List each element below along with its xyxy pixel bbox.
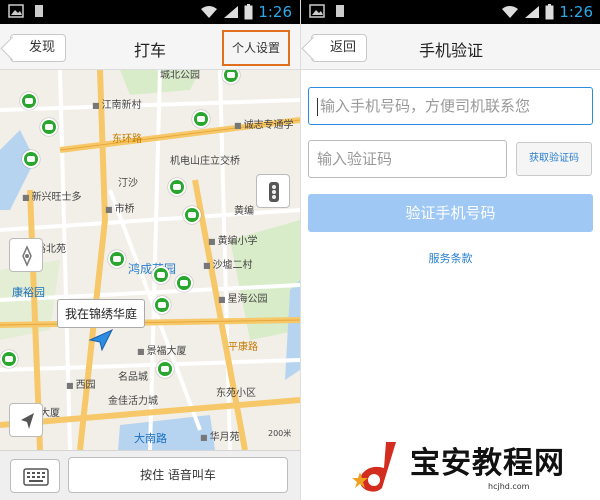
wifi-icon	[201, 6, 218, 18]
keyboard-icon	[23, 468, 49, 486]
phone-number-placeholder: 输入手机号码，方便司机联系您	[320, 97, 531, 115]
map-scale: 200米	[268, 429, 292, 438]
locate-me-button[interactable]	[9, 403, 43, 437]
status-bar: 1:26	[301, 0, 600, 24]
personal-settings-button[interactable]: 个人设置	[221, 30, 290, 66]
bottom-bar: 按住 语音叫车	[0, 450, 300, 500]
page-title: 手机验证	[418, 41, 483, 60]
map-label-jinjia: 金佳活力城	[108, 396, 158, 407]
map-label-shaxu: 沙墟二村	[203, 256, 253, 271]
taxi-car-marker[interactable]	[156, 360, 174, 378]
battery-icon	[545, 4, 554, 20]
terms-of-service-link[interactable]: 服务条款	[301, 250, 600, 266]
clock: 1:26	[559, 3, 593, 21]
map-label-jidian: 机电山庄立交桥	[170, 156, 240, 167]
map-label-pingkang: 平康路	[228, 342, 258, 353]
signal-icon	[224, 6, 239, 18]
map-label-huangbian-school: 黄编小学	[208, 232, 258, 247]
hold-to-talk-button[interactable]: 按住 语音叫车	[68, 457, 288, 493]
sd-card-icon	[336, 5, 344, 17]
taxi-car-marker[interactable]	[0, 350, 18, 368]
map-label-jingfu: 景福大厦	[137, 342, 187, 357]
map-view[interactable]: 城北公园 江南新村 诚志专通学 东环路 机电山庄立交桥 汀沙 新兴旺士多 市桥 …	[0, 70, 300, 450]
verify-phone-button[interactable]: 验证手机号码	[308, 194, 593, 232]
map-label-tingsha: 汀沙	[118, 178, 138, 189]
text-caret	[317, 97, 318, 116]
phone-number-field[interactable]: 输入手机号码，方便司机联系您	[308, 87, 593, 125]
map-label-huayue: 华月苑	[200, 428, 240, 443]
map-label-kangyu: 康裕园	[12, 286, 45, 299]
map-label-dongyuan: 东苑小区	[216, 388, 256, 399]
taxi-car-marker[interactable]	[152, 266, 170, 284]
taxi-car-marker[interactable]	[168, 178, 186, 196]
taxi-car-marker[interactable]	[22, 150, 40, 168]
map-label-mingpin: 名品城	[118, 372, 148, 383]
compass-button[interactable]	[9, 238, 43, 272]
verification-code-placeholder: 输入验证码	[317, 150, 393, 168]
map-label-xinjian: 新兴旺士多	[22, 188, 82, 203]
map-label-jiangnan: 江南新村	[92, 96, 142, 111]
map-label-chengbei: 城北公园	[160, 70, 200, 81]
watermark-url: hcjhd.com	[488, 482, 530, 491]
map-label-shiqiao: 市桥	[105, 200, 135, 215]
watermark: 宝安教程网 hcjhd.com	[348, 434, 600, 500]
navigation-arrow-icon	[21, 413, 34, 429]
map-label-danan: 大南路	[134, 432, 167, 445]
taxi-car-marker[interactable]	[183, 206, 201, 224]
sd-card-icon	[35, 5, 43, 17]
verify-navbar: 返回 手机验证	[301, 24, 600, 70]
keyboard-toggle-button[interactable]	[10, 459, 60, 493]
verification-code-field[interactable]: 输入验证码	[308, 140, 507, 178]
taxi-car-marker[interactable]	[153, 296, 171, 314]
taxi-navbar: 发现 打车 个人设置	[0, 24, 300, 70]
map-label-huangbian: 黄编	[234, 206, 254, 217]
taxi-car-marker[interactable]	[108, 250, 126, 268]
get-code-button[interactable]: 获取验证码	[516, 142, 592, 176]
status-bar: 1:26	[0, 0, 300, 24]
taxi-car-marker[interactable]	[40, 118, 58, 136]
image-notification-icon	[309, 4, 325, 18]
traffic-toggle-button[interactable]	[256, 174, 290, 208]
current-location-bubble[interactable]: 我在锦绣华庭	[57, 299, 146, 328]
taxi-car-marker[interactable]	[175, 274, 193, 292]
phone-verify-screen: 1:26 返回 手机验证 输入手机号码，方便司机联系您 输入验证码 获取验证码 …	[300, 0, 600, 500]
taxi-screen: 1:26 发现 打车 个人设置 城北公园 ■ 江南新村 ■ 诚志专通学 东环路 …	[0, 0, 300, 500]
map-label-dongkang: 东环路	[112, 134, 142, 145]
wifi-icon	[502, 6, 519, 18]
map-label-xiyuan: 西园	[66, 376, 96, 391]
taxi-car-marker[interactable]	[192, 110, 210, 128]
map-label-chengzhi: 诚志专通学	[234, 116, 294, 131]
battery-icon	[244, 4, 253, 20]
traffic-light-icon	[269, 182, 279, 202]
watermark-title: 宝安教程网	[410, 446, 565, 481]
signal-icon	[525, 6, 540, 18]
clock: 1:26	[258, 3, 292, 21]
current-location-icon	[88, 328, 114, 352]
compass-icon	[22, 245, 32, 267]
map-label-xinghai: 星海公园	[218, 290, 268, 305]
image-notification-icon	[8, 4, 24, 18]
taxi-car-marker[interactable]	[20, 92, 38, 110]
watermark-logo	[352, 442, 396, 492]
